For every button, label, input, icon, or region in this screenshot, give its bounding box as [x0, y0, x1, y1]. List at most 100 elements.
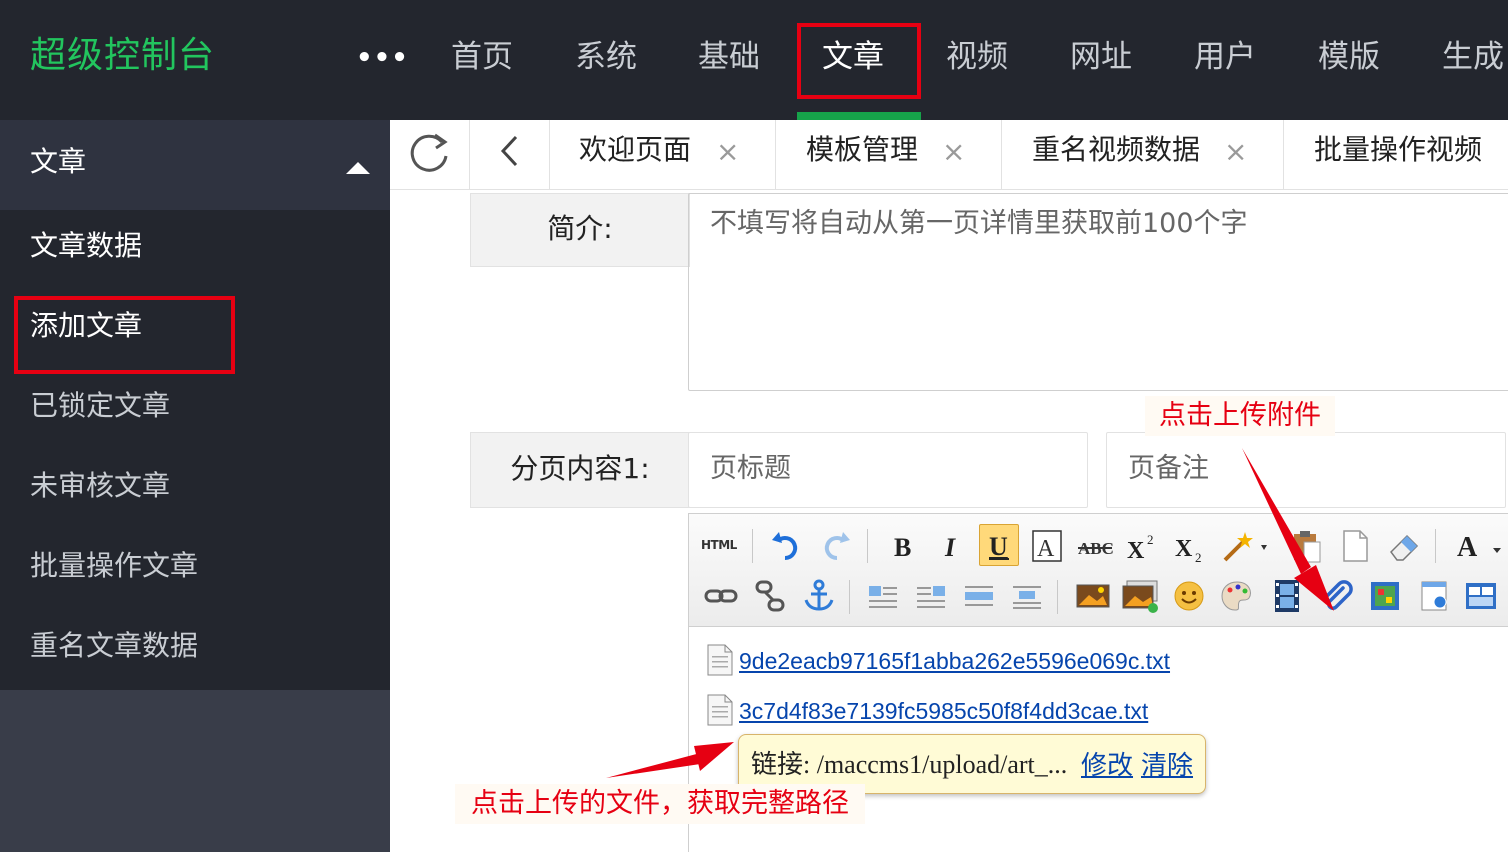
strikethrough-button[interactable]: ABC — [1077, 528, 1114, 564]
tab-duplicate-videos[interactable]: 重名视频数据 × — [1002, 120, 1284, 190]
emoticon-button[interactable] — [1171, 578, 1207, 614]
sidebar-item-locked-articles[interactable]: 已锁定文章 — [30, 386, 170, 426]
tab-label: 模板管理 — [806, 133, 919, 166]
nav-generate[interactable]: 生成 — [1442, 34, 1504, 80]
attachment-link[interactable]: 3c7d4f83e7139fc5985c50f8f4dd3cae.txt — [739, 698, 1148, 725]
undo-icon — [772, 532, 798, 561]
image-icon — [1076, 584, 1110, 608]
intro-textarea[interactable]: 不填写将自动从第一页详情里获取前100个字 — [688, 193, 1508, 391]
tab-template-manage[interactable]: 模板管理 × — [776, 120, 1002, 190]
link-path-text: 链接: /maccms1/upload/art_... — [751, 745, 1067, 785]
app-logo[interactable]: 超级控制台 — [30, 32, 215, 80]
undo-button[interactable] — [769, 528, 805, 564]
sidebar-item-duplicate-articles[interactable]: 重名文章数据 — [30, 626, 198, 666]
edit-link-button[interactable]: 修改 — [1081, 745, 1133, 785]
align-center-button[interactable] — [1009, 578, 1045, 614]
unlink-button[interactable] — [753, 578, 789, 614]
tab-scroll-left-button[interactable] — [470, 120, 550, 190]
sidebar-item-article-data[interactable]: 文章数据 — [30, 226, 142, 266]
smiley-icon — [1174, 581, 1204, 611]
close-icon[interactable]: × — [942, 132, 965, 172]
italic-icon: I — [944, 533, 956, 562]
nav-home[interactable]: 首页 — [451, 34, 513, 80]
tab-label: 重名视频数据 — [1032, 133, 1201, 166]
add-article-highlight-box — [14, 296, 235, 374]
document-icon — [1343, 530, 1368, 562]
admin-page: 超级控制台 ••• 首页 系统 基础 文章 视频 网址 用户 模版 生成 文章 … — [0, 0, 1508, 852]
align-center-icon — [1013, 586, 1041, 609]
align-justify-button[interactable] — [961, 578, 997, 614]
tab-label: 批量操作视频 — [1314, 133, 1483, 166]
nav-video[interactable]: 视频 — [946, 34, 1008, 80]
insert-image-button[interactable] — [1075, 578, 1111, 614]
top-bar: 超级控制台 ••• 首页 系统 基础 文章 视频 网址 用户 模版 生成 — [0, 0, 1508, 120]
html-label: HTML — [701, 538, 737, 552]
film-icon — [1275, 580, 1299, 612]
nav-basic[interactable]: 基础 — [698, 34, 760, 80]
font-color-button[interactable]: A — [1453, 528, 1507, 564]
template-button[interactable] — [1463, 578, 1499, 614]
sidebar-item-unreviewed-articles[interactable]: 未审核文章 — [30, 466, 170, 506]
svg-text:X: X — [1127, 538, 1145, 564]
page-title-input[interactable]: 页标题 — [688, 432, 1088, 508]
tab-welcome[interactable]: 欢迎页面 × — [550, 120, 776, 190]
toolbar-separator — [867, 529, 868, 563]
italic-button[interactable]: I — [933, 528, 969, 564]
underline-button[interactable]: U — [979, 524, 1019, 566]
link-label: 链接: — [751, 750, 811, 779]
paste-button[interactable] — [1289, 528, 1325, 564]
page-content-label: 分页内容1: — [470, 432, 690, 508]
toolbar-separator — [1435, 529, 1436, 563]
multi-image-button[interactable] — [1121, 578, 1161, 614]
anchor-icon — [804, 579, 834, 611]
toolbar-separator — [849, 580, 850, 614]
close-icon[interactable]: × — [1224, 132, 1247, 172]
nav-url[interactable]: 网址 — [1070, 34, 1132, 80]
nav-system[interactable]: 系统 — [575, 34, 637, 80]
nav-user[interactable]: 用户 — [1194, 34, 1256, 80]
more-menu-button[interactable]: ••• — [356, 38, 409, 78]
link-button[interactable] — [703, 578, 739, 614]
html-source-button[interactable]: HTML — [701, 528, 737, 564]
align-right-button[interactable] — [913, 578, 949, 614]
svg-text:2: 2 — [1147, 532, 1154, 547]
superscript-button[interactable]: X2 — [1125, 528, 1161, 564]
format-paint-button[interactable] — [1221, 528, 1269, 564]
link-path: /maccms1/upload/art_... — [816, 750, 1068, 779]
sidebar: 文章 文章数据 添加文章 已锁定文章 未审核文章 批量操作文章 重名文章数据 — [0, 120, 390, 852]
close-icon[interactable]: × — [716, 132, 739, 172]
subscript-button[interactable]: X2 — [1173, 528, 1209, 565]
image-library-button[interactable] — [1367, 578, 1403, 614]
anchor-button[interactable] — [801, 578, 837, 614]
web-image-button[interactable] — [1417, 578, 1453, 614]
eraser-icon — [1390, 534, 1419, 561]
template-icon — [1466, 583, 1496, 609]
clear-link-button[interactable]: 清除 — [1141, 745, 1193, 785]
intro-label: 简介: — [470, 193, 690, 267]
refresh-icon — [410, 133, 448, 172]
nav-template[interactable]: 模版 — [1318, 34, 1380, 80]
magic-wand-icon — [1223, 532, 1267, 562]
svg-text:U: U — [989, 532, 1008, 561]
page-note-input[interactable]: 页备注 — [1106, 432, 1506, 508]
attachment-upload-button[interactable] — [1319, 578, 1355, 614]
sidebar-item-batch-articles[interactable]: 批量操作文章 — [30, 546, 198, 586]
attachment-link[interactable]: 9de2eacb97165f1abba262e5596e069c.txt — [739, 648, 1170, 675]
subscript-icon: X2 — [1175, 536, 1202, 565]
redo-button[interactable] — [817, 528, 853, 564]
sidebar-section-title: 文章 — [30, 145, 87, 178]
bold-button[interactable]: B — [885, 528, 921, 564]
web-image-icon — [1421, 581, 1447, 611]
new-document-button[interactable] — [1337, 528, 1373, 564]
align-left-button[interactable] — [865, 578, 901, 614]
sidebar-section-header[interactable]: 文章 — [0, 120, 390, 210]
insert-video-button[interactable] — [1269, 578, 1305, 614]
eraser-button[interactable] — [1385, 528, 1421, 564]
refresh-button[interactable] — [390, 120, 470, 190]
scrawl-button[interactable] — [1219, 578, 1255, 614]
font-border-button[interactable]: A — [1029, 528, 1065, 564]
bold-icon: B — [894, 533, 911, 562]
tab-batch-videos[interactable]: 批量操作视频 × — [1284, 120, 1508, 190]
font-border-icon: A — [1032, 530, 1062, 562]
editor-toolbar: HTML B I U A ABC X 2 X 2 A — [689, 514, 1508, 627]
